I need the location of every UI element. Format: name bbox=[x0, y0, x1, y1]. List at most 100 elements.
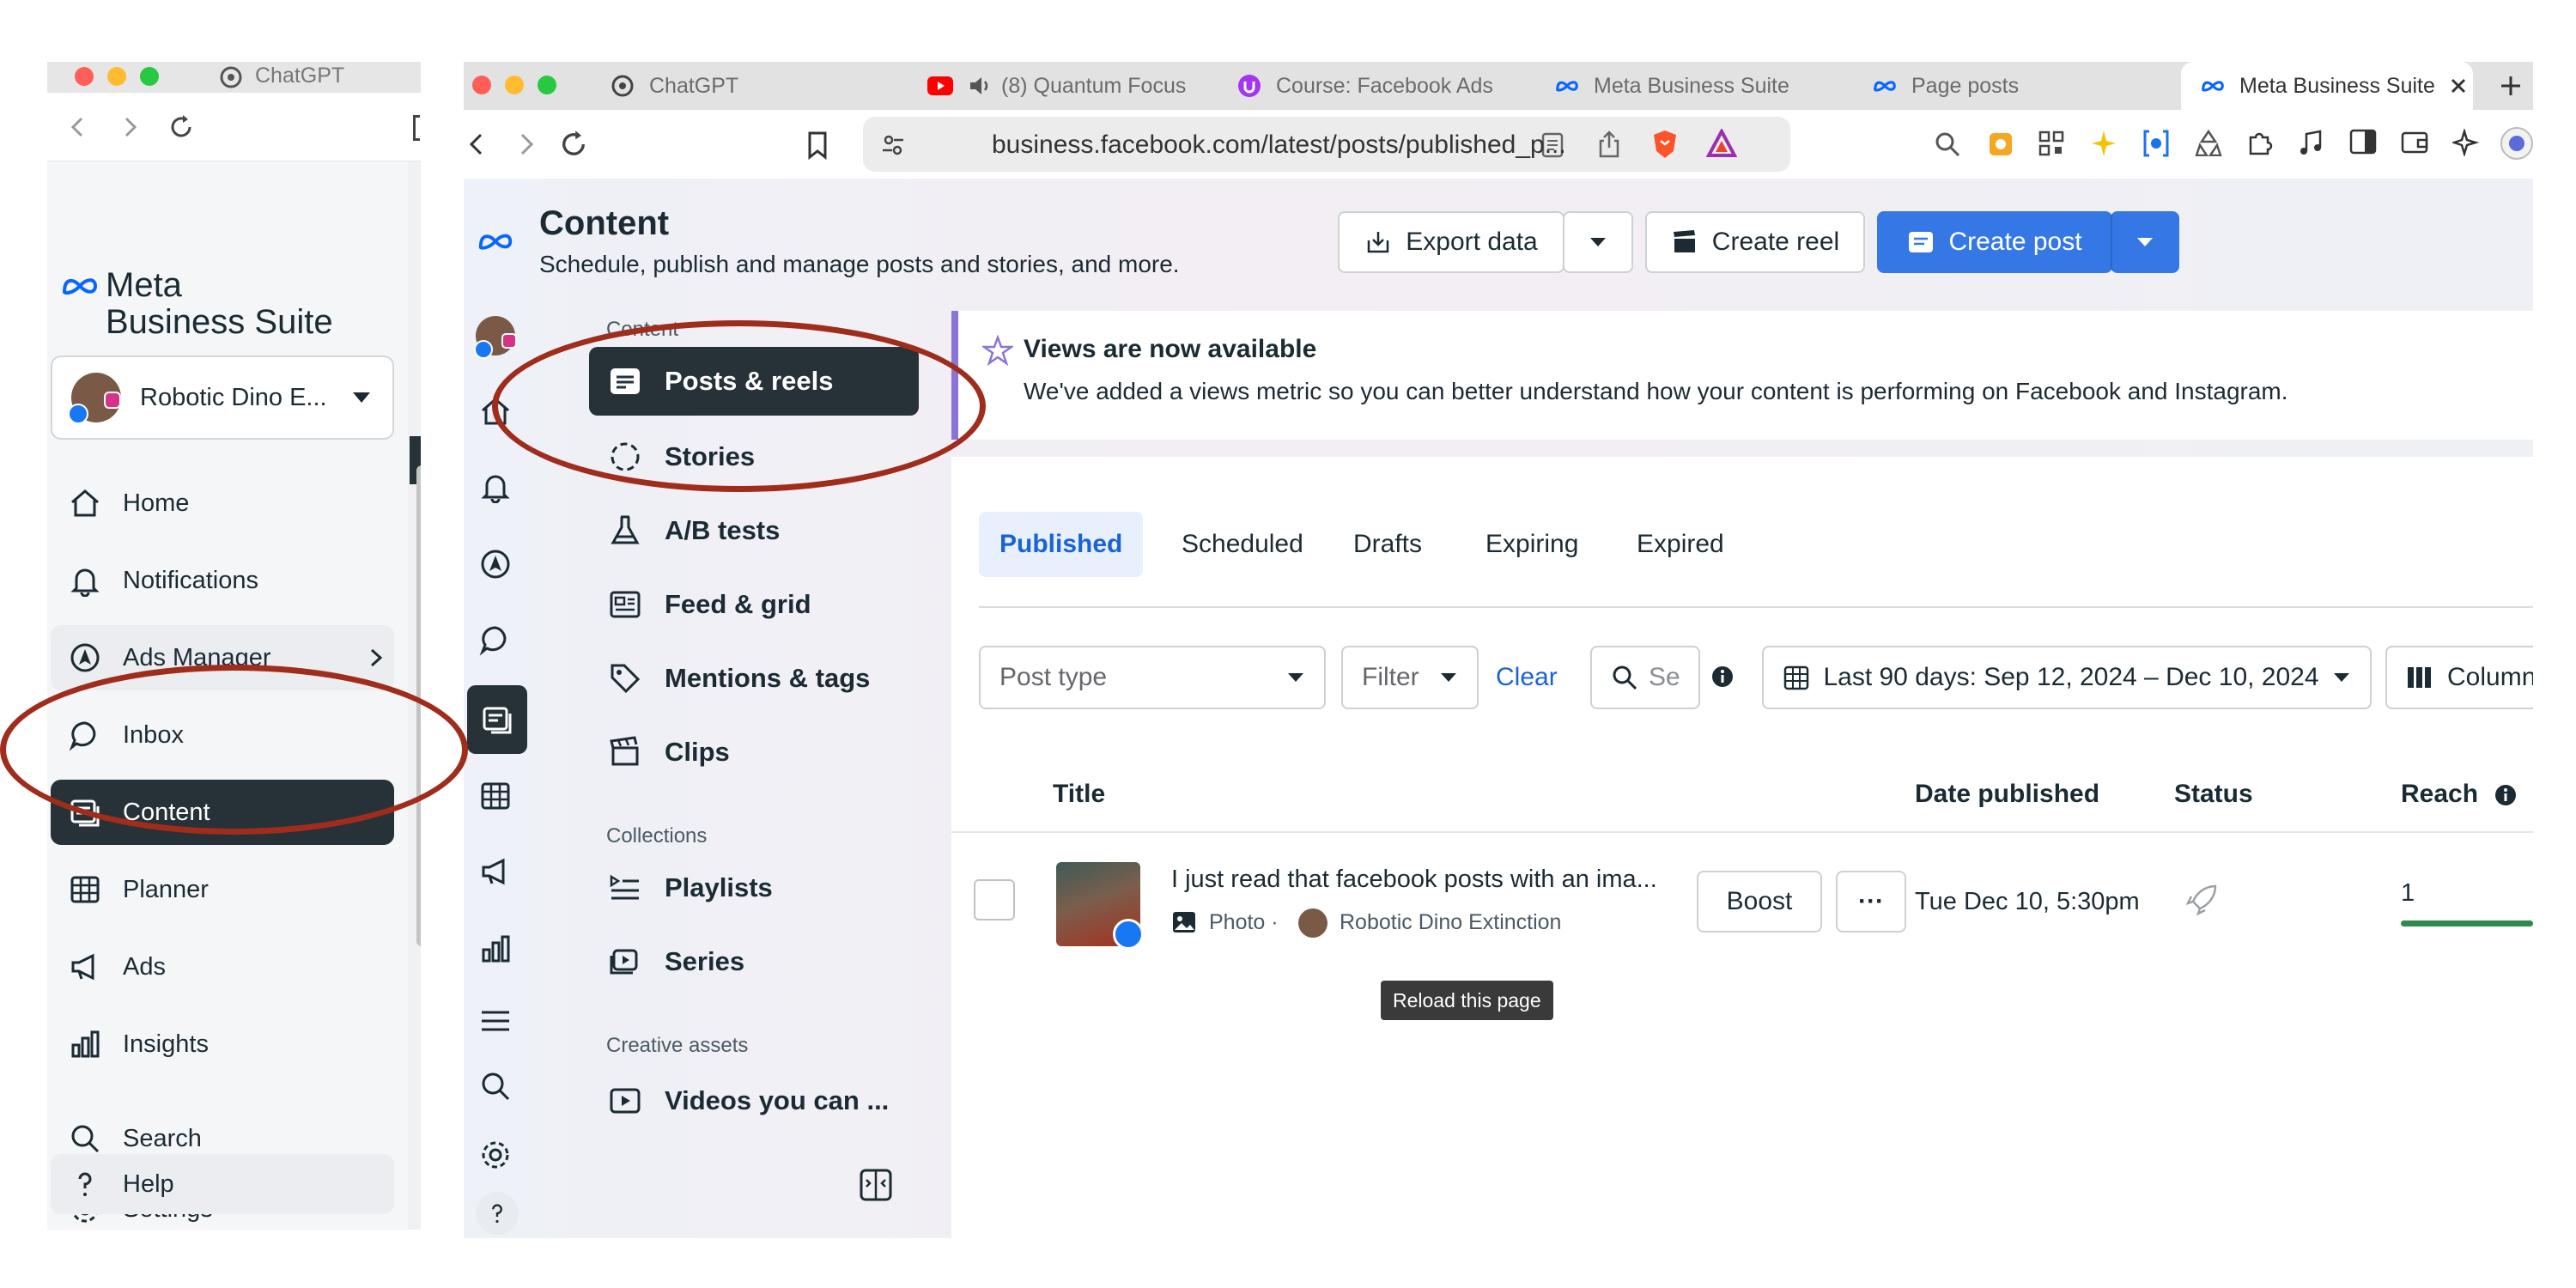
tab-expired[interactable]: Expired bbox=[1616, 512, 1745, 577]
sidebar-toggle-icon[interactable] bbox=[2349, 129, 2377, 155]
bookmark-icon[interactable] bbox=[805, 131, 829, 160]
close-tab-icon[interactable] bbox=[2449, 76, 2468, 95]
export-dropdown-button[interactable] bbox=[1563, 211, 1633, 273]
boost-button[interactable]: Boost bbox=[1697, 871, 1822, 933]
collapse-panel-icon[interactable] bbox=[859, 1168, 893, 1202]
nav-help[interactable]: Help bbox=[51, 1154, 394, 1214]
tab-drafts[interactable]: Drafts bbox=[1333, 512, 1443, 577]
forward-icon[interactable] bbox=[116, 113, 143, 141]
minimize-window-button[interactable] bbox=[505, 76, 524, 94]
search-input[interactable]: Se bbox=[1590, 646, 1700, 709]
create-post-dropdown-button[interactable] bbox=[2111, 211, 2179, 273]
columns-button[interactable]: Column bbox=[2385, 646, 2533, 709]
maximize-window-button[interactable] bbox=[538, 76, 556, 94]
nav-planner[interactable]: Planner bbox=[51, 857, 394, 922]
create-reel-button[interactable]: Create reel bbox=[1645, 211, 1865, 273]
new-tab-icon[interactable] bbox=[2499, 74, 2523, 98]
clear-filters-link[interactable]: Clear bbox=[1496, 663, 1558, 692]
post-type-select[interactable]: Post type bbox=[979, 646, 1326, 709]
create-post-button[interactable]: Create post bbox=[1877, 211, 2112, 273]
left-tab-title[interactable]: ChatGPT bbox=[255, 64, 344, 88]
meta-icon bbox=[1872, 73, 1898, 99]
close-window-button[interactable] bbox=[75, 67, 94, 86]
nav-home[interactable]: Home bbox=[51, 471, 394, 536]
info-icon[interactable] bbox=[2494, 783, 2518, 807]
tab-chatgpt[interactable]: ChatGPT bbox=[610, 62, 884, 110]
recycle-icon[interactable] bbox=[2195, 129, 2222, 156]
tab-expiring[interactable]: Expiring bbox=[1465, 512, 1599, 577]
brave-rewards-icon[interactable] bbox=[1706, 129, 1737, 158]
reload-icon[interactable] bbox=[167, 113, 195, 141]
question-icon[interactable] bbox=[476, 1192, 519, 1235]
info-icon[interactable] bbox=[1710, 665, 1735, 689]
search-icon[interactable] bbox=[476, 1066, 515, 1106]
megaphone-icon bbox=[68, 950, 102, 984]
tab-udemy[interactable]: Course: Facebook Ads bbox=[1236, 62, 1537, 110]
extensions-puzzle-icon[interactable] bbox=[2246, 129, 2274, 156]
forward-icon[interactable] bbox=[513, 131, 539, 158]
openai-icon bbox=[610, 73, 635, 99]
tab-published[interactable]: Published bbox=[979, 512, 1144, 577]
subnav-clips[interactable]: Clips bbox=[589, 718, 919, 787]
column-header-date[interactable]: Date published bbox=[1915, 780, 2099, 809]
tab-page-posts[interactable]: Page posts bbox=[1872, 62, 2172, 110]
tab-scheduled[interactable]: Scheduled bbox=[1161, 512, 1324, 577]
date-range-picker[interactable]: Last 90 days: Sep 12, 2024 – Dec 10, 202… bbox=[1762, 646, 2372, 709]
minimize-window-button[interactable] bbox=[107, 67, 126, 86]
back-icon[interactable] bbox=[64, 113, 92, 141]
subnav-feed-grid[interactable]: Feed & grid bbox=[589, 570, 919, 639]
qr-code-icon[interactable] bbox=[2038, 131, 2064, 156]
sparkle-icon[interactable] bbox=[2090, 129, 2117, 158]
nav-ads[interactable]: Ads bbox=[51, 934, 394, 999]
column-header-status[interactable]: Status bbox=[2174, 780, 2253, 809]
chevron-down-icon bbox=[1288, 673, 1303, 682]
subnav-ab-tests[interactable]: A/B tests bbox=[589, 496, 919, 565]
calendar-grid-icon[interactable] bbox=[476, 776, 515, 816]
music-note-icon[interactable] bbox=[2298, 129, 2324, 156]
chat-bubble-icon[interactable] bbox=[476, 620, 515, 659]
gear-icon[interactable] bbox=[476, 1135, 515, 1175]
ads-manager-icon[interactable] bbox=[476, 544, 515, 584]
tab-meta-business-suite-active[interactable]: Meta Business Suite bbox=[2181, 62, 2473, 110]
extension-bracket-icon[interactable] bbox=[2142, 129, 2171, 158]
row-checkbox[interactable] bbox=[974, 879, 1015, 920]
share-icon[interactable] bbox=[1597, 131, 1621, 158]
bookmark-icon[interactable] bbox=[413, 115, 420, 141]
ai-sparkle-icon[interactable] bbox=[2452, 129, 2480, 156]
more-options-button[interactable]: ··· bbox=[1836, 871, 1906, 933]
profile-icon[interactable] bbox=[2500, 127, 2533, 160]
account-switcher[interactable]: Robotic Dino E... bbox=[51, 355, 394, 440]
megaphone-icon[interactable] bbox=[476, 852, 515, 891]
extension-orange-icon[interactable] bbox=[1987, 131, 2014, 158]
nav-notifications[interactable]: Notifications bbox=[51, 548, 394, 613]
wallet-icon[interactable] bbox=[2401, 129, 2428, 155]
extension-search-icon[interactable] bbox=[1934, 131, 1961, 158]
bar-chart-icon[interactable] bbox=[476, 929, 515, 969]
close-window-button[interactable] bbox=[472, 76, 491, 94]
meta-logo-icon[interactable] bbox=[476, 222, 515, 261]
column-header-title[interactable]: Title bbox=[1053, 780, 1105, 809]
table-row[interactable]: I just read that facebook posts with an … bbox=[951, 840, 2533, 969]
post-title[interactable]: I just read that facebook posts with an … bbox=[1171, 866, 1657, 894]
tab-youtube[interactable]: (8) Quantum Focus bbox=[927, 62, 1219, 110]
tab-meta-business-suite[interactable]: Meta Business Suite bbox=[1554, 62, 1863, 110]
post-thumbnail[interactable] bbox=[1056, 862, 1144, 950]
menu-icon[interactable] bbox=[476, 1001, 515, 1041]
brave-shields-icon[interactable] bbox=[1651, 129, 1679, 160]
export-data-button[interactable]: Export data bbox=[1338, 211, 1564, 273]
reload-icon[interactable] bbox=[558, 129, 589, 160]
account-avatar[interactable] bbox=[474, 316, 517, 359]
speaker-icon[interactable] bbox=[967, 73, 993, 99]
bell-icon[interactable] bbox=[476, 467, 515, 507]
site-settings-icon[interactable] bbox=[880, 132, 906, 158]
subnav-playlists[interactable]: Playlists bbox=[589, 854, 919, 922]
nav-insights[interactable]: Insights bbox=[51, 1012, 394, 1077]
subnav-series[interactable]: Series bbox=[589, 927, 919, 996]
maximize-window-button[interactable] bbox=[140, 67, 159, 86]
subnav-mentions-tags[interactable]: Mentions & tags bbox=[589, 644, 919, 713]
subnav-videos[interactable]: Videos you can ... bbox=[589, 1066, 919, 1135]
column-header-reach[interactable]: Reach bbox=[2401, 780, 2478, 809]
content-icon[interactable] bbox=[467, 685, 527, 754]
filter-select[interactable]: Filter bbox=[1341, 646, 1479, 709]
back-icon[interactable] bbox=[464, 131, 489, 158]
